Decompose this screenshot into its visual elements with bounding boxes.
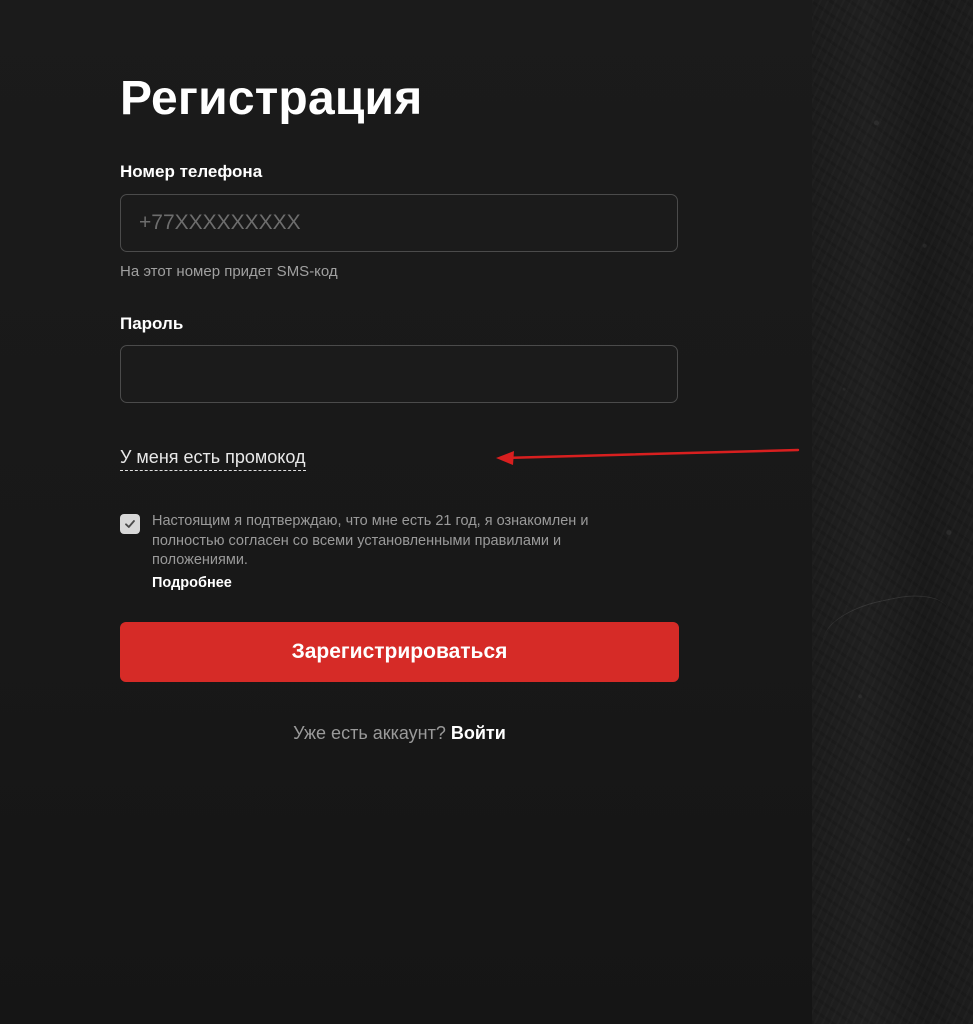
login-prompt-row: Уже есть аккаунт? Войти [120,723,679,744]
consent-checkbox[interactable] [120,514,140,534]
phone-label: Номер телефона [120,162,263,181]
login-link[interactable]: Войти [451,723,506,743]
annotation-arrow-head [496,451,514,465]
annotation-arrow [496,448,800,465]
page: Регистрация Номер телефона На этот номер… [0,0,973,1024]
register-button[interactable]: Зарегистрироваться [120,622,679,682]
password-label: Пароль [120,314,184,333]
page-title: Регистрация [120,72,423,125]
password-input[interactable] [120,345,678,403]
promo-code-link[interactable]: У меня есть промокод [120,447,306,471]
phone-hint: На этот номер придет SMS-код [120,263,338,280]
details-link[interactable]: Подробнее [152,575,232,591]
background-texture [812,0,973,1024]
check-icon [125,520,135,528]
login-prompt-text: Уже есть аккаунт? [293,723,446,743]
consent-text: Настоящим я подтверждаю, что мне есть 21… [152,513,589,568]
phone-input[interactable] [120,194,678,252]
annotation-arrow-line [502,448,800,460]
